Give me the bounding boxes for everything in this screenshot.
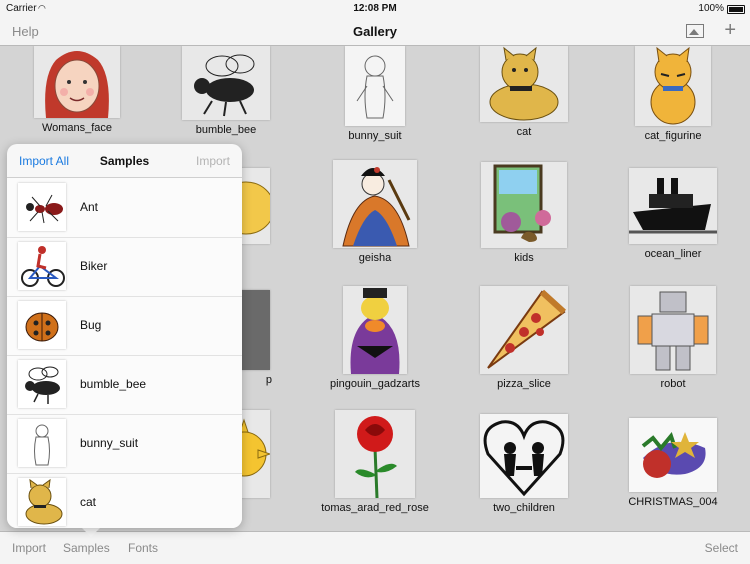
thumbnail: [481, 162, 567, 248]
thumbnail: [480, 286, 568, 374]
samples-popover: Import All Samples Import Ant Biker Bug …: [7, 144, 242, 528]
thumbnail: [18, 242, 66, 290]
gallery-item-label: pingouin_gadzarts: [330, 378, 420, 390]
list-item-cat[interactable]: cat: [7, 473, 242, 528]
list-item-label: Biker: [80, 259, 108, 273]
gallery-item-label: bunny_suit: [348, 130, 402, 142]
import-button-disabled[interactable]: Import: [196, 154, 230, 168]
list-item-bug[interactable]: Bug: [7, 296, 242, 356]
image-icon[interactable]: [686, 24, 704, 38]
thumbnail: [629, 418, 717, 492]
list-item-ant[interactable]: Ant: [7, 178, 242, 238]
gallery-item-tomas-arad-red-rose[interactable]: tomas_arad_red_rose: [315, 410, 435, 514]
thumbnail: [18, 301, 66, 349]
navigation-bar: Help Gallery +: [0, 18, 750, 46]
bottom-toolbar: Import Samples Fonts Select: [0, 531, 750, 564]
clock: 12:08 PM: [353, 3, 397, 14]
thumbnail: [333, 160, 417, 248]
gallery-item-label: Womans_face: [41, 122, 113, 134]
gallery-item-label: two_children: [493, 502, 555, 514]
thumbnail: [345, 46, 405, 126]
gallery-item-bumble-bee[interactable]: bumble_bee: [166, 46, 286, 136]
battery-icon: [727, 5, 745, 14]
thumbnail: [480, 46, 568, 122]
thumbnail: [18, 183, 66, 231]
fonts-button[interactable]: Fonts: [128, 541, 158, 555]
thumbnail: [629, 168, 717, 244]
gallery-item-label: geisha: [358, 252, 392, 264]
battery-percent: 100%: [698, 3, 724, 14]
plus-icon[interactable]: +: [724, 19, 736, 42]
gallery-item-cat-figurine[interactable]: cat_figurine: [613, 46, 733, 142]
gallery-item-two-children[interactable]: two_children: [464, 414, 584, 514]
gallery-item-ocean-liner[interactable]: ocean_liner: [613, 168, 733, 260]
gallery-item-label: pizza_slice: [497, 378, 551, 390]
gallery-item-bunny-suit[interactable]: bunny_suit: [315, 46, 435, 142]
gallery-item-kids[interactable]: kids: [464, 162, 584, 264]
list-item-label: Ant: [80, 200, 99, 214]
gallery-item-label: bumble_bee: [195, 124, 257, 136]
gallery-item-geisha[interactable]: geisha: [315, 160, 435, 264]
page-title: Gallery: [352, 24, 398, 39]
thumbnail: [635, 46, 711, 126]
list-item-biker[interactable]: Biker: [7, 237, 242, 297]
gallery-item-label: cat_figurine: [644, 130, 702, 142]
gallery-item-label: ocean_liner: [644, 248, 702, 260]
thumbnail: [18, 360, 66, 408]
gallery-item-christmas-004[interactable]: CHRISTMAS_004: [613, 418, 733, 508]
thumbnail: [480, 414, 568, 498]
samples-list[interactable]: Ant Biker Bug bumble_bee bunny_suit cat: [7, 178, 242, 528]
list-item-label: Bug: [80, 318, 102, 332]
samples-button[interactable]: Samples: [63, 541, 110, 555]
thumbnail: [630, 286, 716, 374]
import-button[interactable]: Import: [12, 541, 46, 555]
list-item-label: bumble_bee: [80, 377, 147, 391]
gallery-item-label: cat: [516, 126, 532, 138]
gallery-item-pingouin-gadzarts[interactable]: pingouin_gadzarts: [315, 286, 435, 390]
list-item-bumble-bee[interactable]: bumble_bee: [7, 355, 242, 415]
thumbnail: [34, 46, 120, 118]
thumbnail: [335, 410, 415, 498]
gallery-item-label: kids: [514, 252, 534, 264]
list-item-label: cat: [80, 495, 97, 509]
gallery-item-label: robot: [660, 378, 686, 390]
thumbnail: [182, 46, 270, 120]
list-item-label: bunny_suit: [80, 436, 139, 450]
popover-header: Import All Samples Import: [7, 144, 242, 178]
gallery-item-robot[interactable]: robot: [613, 286, 733, 390]
gallery-item-cat[interactable]: cat: [464, 46, 584, 138]
gallery-item-label: CHRISTMAS_004: [628, 496, 718, 508]
status-bar: Carrier ◠ 12:08 PM 100%: [0, 0, 750, 18]
gallery-item-womans-face[interactable]: Womans_face: [17, 46, 137, 134]
gallery-item-pizza-slice[interactable]: pizza_slice: [464, 286, 584, 390]
thumbnail: [18, 419, 66, 467]
select-button[interactable]: Select: [705, 541, 738, 555]
popover-arrow: [81, 527, 101, 537]
thumbnail: [18, 478, 66, 526]
list-item-bunny-suit[interactable]: bunny_suit: [7, 414, 242, 474]
gallery-item-label: tomas_arad_red_rose: [321, 502, 429, 514]
thumbnail: [343, 286, 407, 374]
